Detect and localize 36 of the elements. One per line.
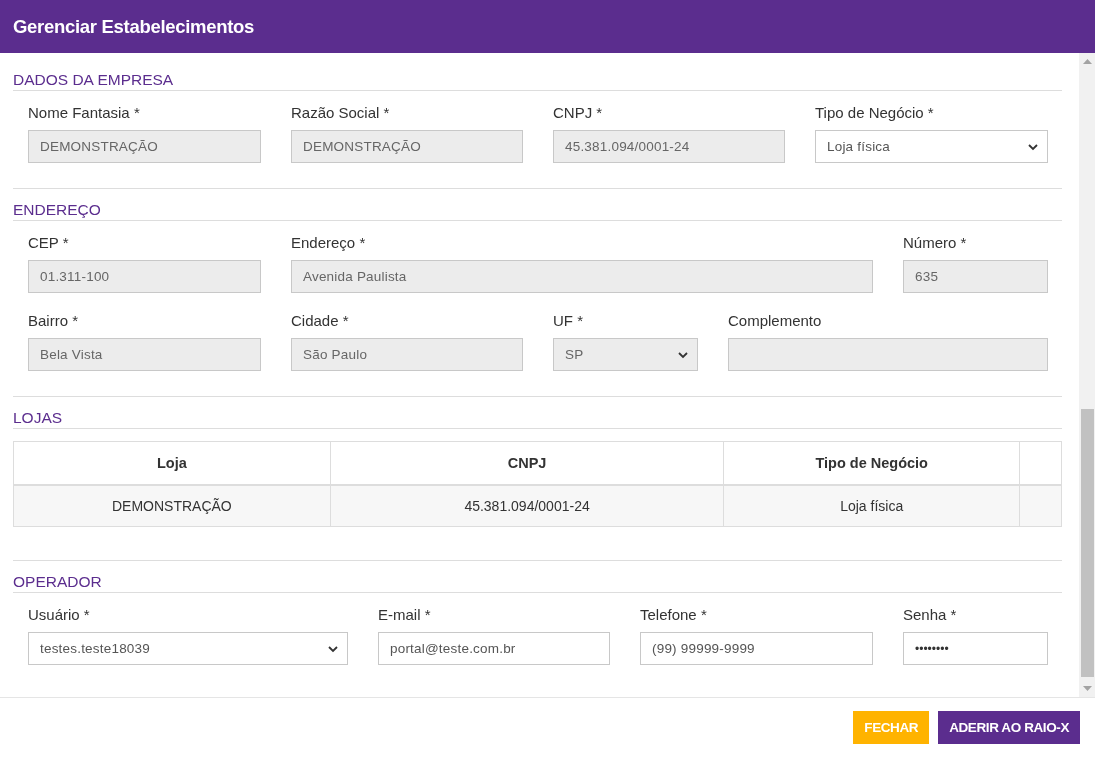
field-label: Tipo de Negócio * xyxy=(815,103,935,123)
section-title: ENDEREÇO xyxy=(13,199,1062,221)
field-label: Razão Social * xyxy=(291,103,391,123)
field-label: UF * xyxy=(553,311,584,331)
field-label: Bairro * xyxy=(28,311,80,331)
field-label: CNPJ * xyxy=(553,103,604,123)
dropdown[interactable]: Loja física xyxy=(815,130,1048,163)
section-title: OPERADOR xyxy=(13,571,1062,593)
field-label: Nome Fantasia * xyxy=(28,103,141,123)
column-header: Tipo de Negócio xyxy=(723,441,1020,485)
table-cell: DEMONSTRAÇÃO xyxy=(13,485,331,527)
field-label: Cidade * xyxy=(291,311,350,331)
scroll-down-icon[interactable] xyxy=(1082,686,1092,692)
field-label: Telefone * xyxy=(640,605,708,625)
table-cell: 45.381.094/0001-24 xyxy=(330,485,724,527)
input-field[interactable]: (99) 99999-9999 xyxy=(640,632,873,665)
column-header: Loja xyxy=(13,441,331,485)
field-label: Número * xyxy=(903,233,968,253)
scroll-up-icon[interactable] xyxy=(1082,58,1092,64)
field-label: Senha * xyxy=(903,605,958,625)
submit-button[interactable]: ADERIR AO RAIO-X xyxy=(938,710,1080,744)
scrollbar[interactable] xyxy=(1079,53,1095,697)
dialog-title: Gerenciar Estabelecimentos xyxy=(13,15,255,38)
dropdown[interactable]: testes.teste18039 xyxy=(28,632,348,665)
section-title: DADOS DA EMPRESA xyxy=(13,69,1062,91)
table-cell: Loja física xyxy=(723,485,1020,527)
field-label: Complemento xyxy=(728,311,823,331)
field-label: CEP * xyxy=(28,233,70,253)
column-header: CNPJ xyxy=(330,441,724,485)
field-label: Usuário * xyxy=(28,605,91,625)
field-label: E-mail * xyxy=(378,605,432,625)
scrollbar-thumb[interactable] xyxy=(1080,409,1094,677)
input-field[interactable]: portal@teste.com.br xyxy=(378,632,610,665)
field-label: Endereço * xyxy=(291,233,367,253)
password-field[interactable]: •••••••• xyxy=(903,632,1048,665)
section-title: LOJAS xyxy=(13,407,1062,429)
